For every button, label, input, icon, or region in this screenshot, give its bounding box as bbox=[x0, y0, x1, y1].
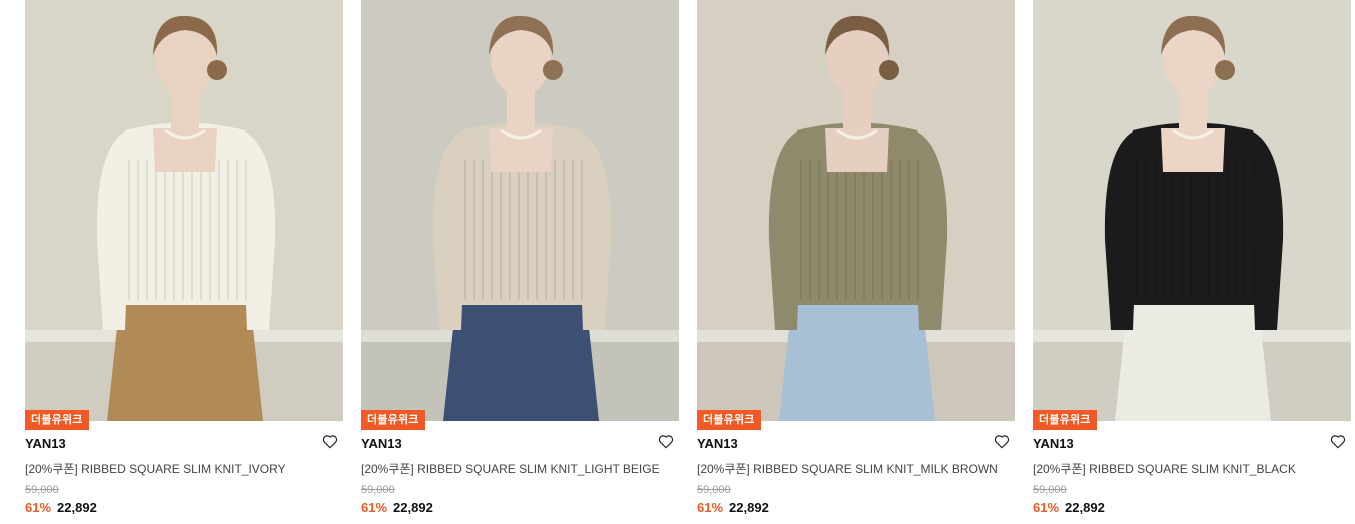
discount-rate: 61% bbox=[1033, 500, 1060, 515]
price-row: 61% 22,892 bbox=[1033, 500, 1105, 515]
sale-price: 22,892 bbox=[393, 500, 433, 515]
discount-rate: 61% bbox=[361, 500, 388, 515]
wishlist-heart-icon[interactable] bbox=[321, 432, 341, 452]
product-card[interactable]: 더블유위크 YAN13 [20%쿠폰] RIBBED SQUARE SLIM K… bbox=[25, 0, 343, 524]
product-card[interactable]: 더블유위크 YAN13 [20%쿠폰] RIBBED SQUARE SLIM K… bbox=[1033, 0, 1351, 524]
original-price: 59,000 bbox=[361, 484, 395, 496]
model-illustration bbox=[697, 0, 1015, 421]
heart-outline-icon bbox=[994, 435, 1010, 449]
sale-price: 22,892 bbox=[1065, 500, 1105, 515]
promo-badge: 더블유위크 bbox=[1033, 410, 1097, 430]
product-grid: 더블유위크 YAN13 [20%쿠폰] RIBBED SQUARE SLIM K… bbox=[0, 0, 1355, 524]
model-illustration bbox=[361, 0, 679, 421]
product-name[interactable]: [20%쿠폰] RIBBED SQUARE SLIM KNIT_MILK BRO… bbox=[697, 460, 998, 477]
discount-rate: 61% bbox=[697, 500, 724, 515]
heart-outline-icon bbox=[322, 435, 338, 449]
wishlist-heart-icon[interactable] bbox=[1329, 432, 1349, 452]
heart-outline-icon bbox=[658, 435, 674, 449]
heart-outline-icon bbox=[1330, 435, 1346, 449]
promo-badge: 더블유위크 bbox=[697, 410, 761, 430]
product-name[interactable]: [20%쿠폰] RIBBED SQUARE SLIM KNIT_BLACK bbox=[1033, 460, 1296, 477]
product-photo[interactable] bbox=[25, 0, 343, 421]
product-photo[interactable] bbox=[361, 0, 679, 421]
model-illustration bbox=[25, 0, 343, 421]
product-photo[interactable] bbox=[1033, 0, 1351, 421]
brand-name[interactable]: YAN13 bbox=[361, 436, 402, 451]
product-name[interactable]: [20%쿠폰] RIBBED SQUARE SLIM KNIT_LIGHT BE… bbox=[361, 460, 660, 477]
original-price: 59,000 bbox=[1033, 484, 1067, 496]
original-price: 59,000 bbox=[697, 484, 731, 496]
price-row: 61% 22,892 bbox=[361, 500, 433, 515]
brand-name[interactable]: YAN13 bbox=[697, 436, 738, 451]
promo-badge: 더블유위크 bbox=[25, 410, 89, 430]
price-row: 61% 22,892 bbox=[697, 500, 769, 515]
brand-name[interactable]: YAN13 bbox=[25, 436, 66, 451]
sale-price: 22,892 bbox=[729, 500, 769, 515]
product-card[interactable]: 더블유위크 YAN13 [20%쿠폰] RIBBED SQUARE SLIM K… bbox=[697, 0, 1015, 524]
price-row: 61% 22,892 bbox=[25, 500, 97, 515]
promo-badge: 더블유위크 bbox=[361, 410, 425, 430]
original-price: 59,000 bbox=[25, 484, 59, 496]
wishlist-heart-icon[interactable] bbox=[993, 432, 1013, 452]
product-photo[interactable] bbox=[697, 0, 1015, 421]
brand-name[interactable]: YAN13 bbox=[1033, 436, 1074, 451]
wishlist-heart-icon[interactable] bbox=[657, 432, 677, 452]
discount-rate: 61% bbox=[25, 500, 52, 515]
product-card[interactable]: 더블유위크 YAN13 [20%쿠폰] RIBBED SQUARE SLIM K… bbox=[361, 0, 679, 524]
model-illustration bbox=[1033, 0, 1351, 421]
sale-price: 22,892 bbox=[57, 500, 97, 515]
product-name[interactable]: [20%쿠폰] RIBBED SQUARE SLIM KNIT_IVORY bbox=[25, 460, 286, 477]
